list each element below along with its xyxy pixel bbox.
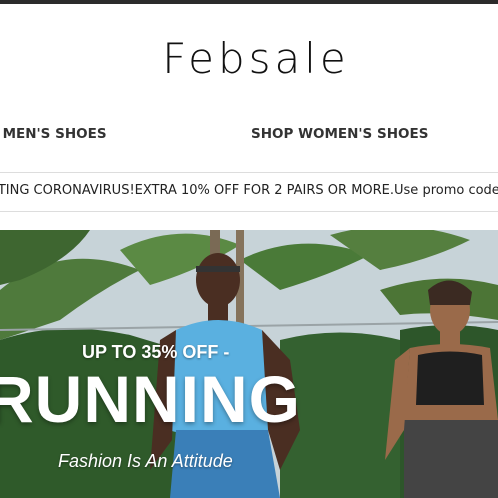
- hero-tagline: Fashion Is An Attitude: [58, 451, 233, 471]
- nav-women-shoes[interactable]: SHOP WOMEN'S SHOES: [251, 126, 428, 142]
- hero-offer: UP TO 35% OFF -: [82, 342, 230, 362]
- hero-title: RUNNING: [0, 362, 301, 436]
- promo-text: GHTING CORONAVIRUS!EXTRA 10% OFF FOR 2 P…: [0, 183, 498, 198]
- promo-banner: GHTING CORONAVIRUS!EXTRA 10% OFF FOR 2 P…: [0, 172, 498, 212]
- hero-banner[interactable]: UP TO 35% OFF - RUNNING Fashion Is An At…: [0, 230, 498, 498]
- nav-men-shoes[interactable]: P MEN'S SHOES: [0, 126, 107, 142]
- top-bar: [0, 0, 498, 4]
- site-logo[interactable]: Febsale: [0, 34, 498, 83]
- main-nav: P MEN'S SHOES SHOP WOMEN'S SHOES: [0, 126, 498, 146]
